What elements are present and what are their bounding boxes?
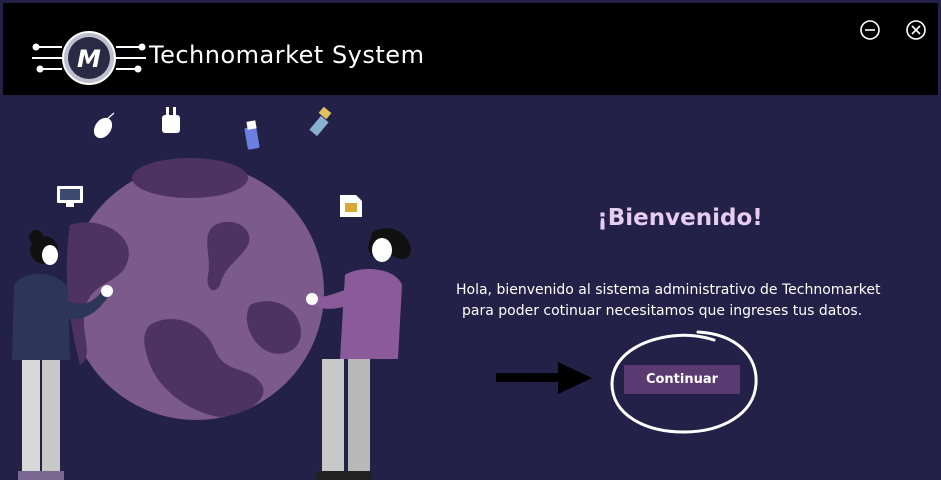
welcome-illustration <box>12 106 411 480</box>
sim-card-icon <box>340 195 362 217</box>
continue-button[interactable]: Continuar <box>624 365 740 394</box>
minimize-icon <box>860 20 880 40</box>
welcome-heading: ¡Bienvenido! <box>597 205 763 231</box>
usb-drive-icon <box>244 120 260 150</box>
welcome-message-line2: para poder cotinuar necesitamos que ingr… <box>462 303 863 319</box>
app-logo: M <box>32 31 146 85</box>
title-bar: M Technomarket System <box>3 3 938 95</box>
logo-letter: M <box>77 45 101 73</box>
cable-connector-icon <box>309 106 332 137</box>
app-title: Technomarket System <box>149 41 425 69</box>
person-right-illustration <box>306 228 411 480</box>
minimize-button[interactable] <box>859 19 881 41</box>
close-button[interactable] <box>905 19 927 41</box>
monitor-icon <box>57 186 83 207</box>
close-icon <box>906 20 926 40</box>
welcome-window: M Technomarket System ¡Bienvenido! Hola,… <box>0 0 941 480</box>
arrow-icon <box>496 362 592 394</box>
mouse-icon <box>93 112 115 139</box>
welcome-message-line1: Hola, bienvenido al sistema administrati… <box>456 282 881 298</box>
earbuds-icon <box>162 107 180 133</box>
